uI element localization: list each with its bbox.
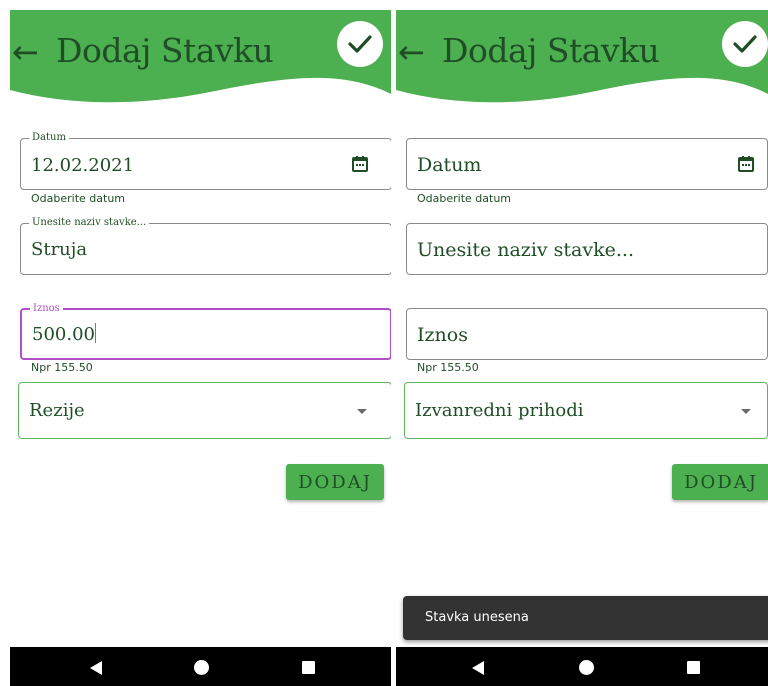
category-select[interactable]: Izvanredni prihodi (404, 382, 768, 439)
nav-back-icon[interactable] (90, 661, 102, 675)
calendar-icon[interactable] (351, 155, 369, 173)
date-field[interactable]: Datum (406, 138, 768, 190)
calendar-icon[interactable] (737, 155, 755, 173)
screen-empty-form: ← Dodaj Stavku Datum Odaberite datum Une… (396, 0, 768, 686)
system-nav-bar (10, 647, 391, 686)
date-field-placeholder: Datum (417, 154, 482, 176)
category-select[interactable]: Rezije (18, 382, 391, 439)
item-name-label: Unesite naziv stavke... (29, 216, 150, 230)
dropdown-caret-icon (357, 409, 367, 414)
back-arrow-icon[interactable]: ← (398, 32, 425, 72)
item-name-value: Struja (31, 239, 88, 260)
page-title: Dodaj Stavku (56, 31, 274, 70)
system-nav-bar (396, 647, 768, 686)
check-icon[interactable] (337, 21, 383, 67)
amount-helper-text: Npr 155.50 (31, 361, 93, 374)
snackbar-message: Stavka unesena (425, 610, 529, 625)
item-name-field[interactable]: Unesite naziv stavke... Struja (20, 216, 391, 275)
amount-field[interactable]: Iznos 500.00 (20, 302, 391, 360)
date-helper-text: Odaberite datum (417, 192, 512, 205)
back-arrow-icon[interactable]: ← (12, 32, 39, 72)
item-name-field[interactable]: Unesite naziv stavke... (406, 223, 768, 275)
date-field-value: 12.02.2021 (31, 155, 135, 176)
amount-field[interactable]: Iznos (406, 308, 768, 360)
nav-recents-icon[interactable] (302, 661, 315, 674)
amount-label: Iznos (30, 302, 63, 316)
amount-placeholder: Iznos (417, 324, 468, 346)
add-button[interactable]: DODAJ (672, 464, 768, 500)
item-name-placeholder: Unesite naziv stavke... (417, 239, 634, 261)
nav-back-icon[interactable] (472, 661, 484, 675)
app-header: ← Dodaj Stavku (396, 10, 768, 110)
screen-filled-form: ← Dodaj Stavku Datum 12.02.2021 Odaberit… (10, 0, 391, 686)
date-field-label: Datum (29, 131, 69, 145)
nav-recents-icon[interactable] (687, 661, 700, 674)
category-selected: Rezije (29, 400, 85, 421)
date-helper-text: Odaberite datum (31, 192, 126, 205)
dropdown-caret-icon (741, 409, 751, 414)
app-header: ← Dodaj Stavku (10, 10, 391, 110)
snackbar: Stavka unesena (403, 596, 768, 640)
add-button[interactable]: DODAJ (286, 464, 384, 500)
nav-home-icon[interactable] (194, 660, 209, 675)
amount-helper-text: Npr 155.50 (417, 361, 479, 374)
category-selected: Izvanredni prihodi (415, 400, 584, 421)
page-title: Dodaj Stavku (442, 31, 660, 70)
check-icon[interactable] (722, 21, 768, 67)
text-cursor (94, 323, 97, 343)
nav-home-icon[interactable] (579, 660, 594, 675)
date-field[interactable]: Datum 12.02.2021 (20, 131, 391, 190)
amount-value: 500.00 (32, 324, 95, 345)
